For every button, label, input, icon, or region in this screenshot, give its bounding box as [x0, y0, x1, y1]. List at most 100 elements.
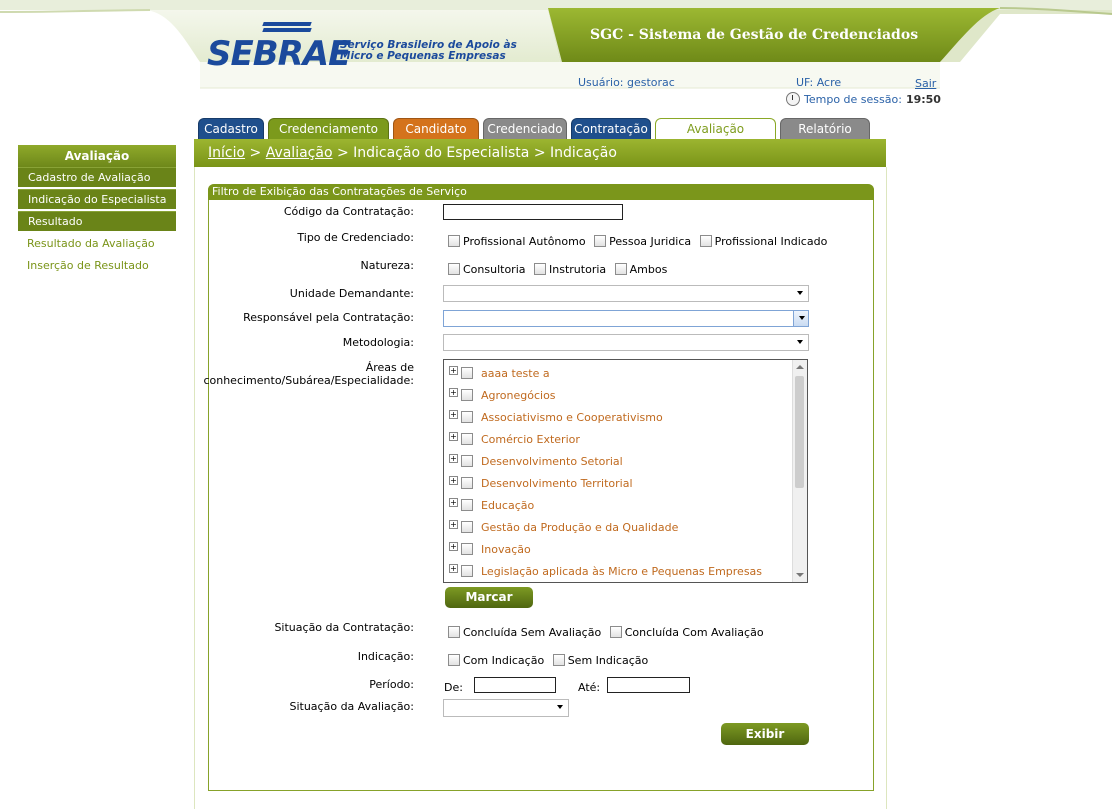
unidade-demandante-label: Unidade Demandante:: [289, 287, 414, 300]
tree-scrollbar[interactable]: [792, 360, 807, 582]
logout-link[interactable]: Sair: [915, 77, 936, 90]
areas-tree[interactable]: + aaaa teste a + Agronegócios + Associativi…: [443, 359, 808, 583]
tree-item[interactable]: + Desenvolvimento Setorial: [449, 453, 623, 469]
sidebar-title: Avaliação: [18, 145, 176, 167]
header-background: [0, 0, 1112, 89]
option-pessoa-juridica[interactable]: Pessoa Juridica: [594, 235, 691, 248]
checkbox[interactable]: [609, 626, 622, 638]
indicacao-options: Com Indicação Sem Indicação: [448, 654, 653, 667]
expand-icon[interactable]: +: [449, 387, 458, 397]
option-com-indicacao[interactable]: Com Indicação: [448, 654, 544, 667]
logo-word: SEBRAE: [207, 34, 351, 74]
metodologia-select[interactable]: [443, 334, 809, 351]
sidebar-item-cadastro-avaliacao[interactable]: Cadastro de Avaliação: [18, 167, 176, 187]
expand-icon[interactable]: +: [449, 475, 458, 485]
breadcrumb-avaliacao[interactable]: Avaliação: [266, 145, 333, 161]
main-tabs: Cadastro Credenciamento Candidato Creden…: [198, 118, 870, 140]
checkbox[interactable]: [448, 654, 460, 666]
session-time: 19:50: [905, 92, 941, 106]
expand-icon[interactable]: +: [449, 519, 458, 529]
natureza-options: Consultoria Instrutoria Ambos: [448, 263, 672, 276]
expand-icon[interactable]: +: [449, 453, 458, 463]
checkbox[interactable]: [552, 654, 565, 666]
checkbox[interactable]: [448, 263, 460, 275]
checkbox[interactable]: [614, 263, 627, 275]
checkbox[interactable]: [461, 565, 473, 577]
sidebar-subitem-insercao-resultado[interactable]: Inserção de Resultado: [27, 259, 149, 272]
breadcrumb-home[interactable]: Início: [208, 145, 245, 161]
checkbox[interactable]: [534, 263, 547, 275]
expand-icon[interactable]: +: [449, 431, 458, 441]
situacao-contratacao-options: Concluída Sem Avaliação Concluída Com Av…: [448, 626, 769, 639]
expand-icon[interactable]: +: [449, 563, 458, 573]
tree-item[interactable]: + Desenvolvimento Territorial: [449, 475, 633, 491]
option-consultoria[interactable]: Consultoria: [448, 263, 526, 276]
checkbox[interactable]: [594, 235, 607, 247]
option-concluida-com-avaliacao[interactable]: Concluída Com Avaliação: [609, 626, 764, 639]
tab-contratacao[interactable]: Contratação: [571, 118, 651, 139]
checkbox[interactable]: [461, 521, 473, 533]
periodo-label: Período:: [369, 678, 414, 691]
periodo-ate-input[interactable]: [607, 677, 690, 693]
tipo-credenciado-options: Profissional Autônomo Pessoa Juridica Pr…: [448, 235, 832, 248]
option-concluida-sem-avaliacao[interactable]: Concluída Sem Avaliação: [448, 626, 601, 639]
checkbox[interactable]: [461, 411, 473, 423]
codigo-input[interactable]: [443, 204, 623, 220]
option-ambos[interactable]: Ambos: [614, 263, 667, 276]
checkbox[interactable]: [461, 543, 473, 555]
scroll-up-icon[interactable]: [796, 365, 804, 369]
content-border-right: [886, 167, 887, 809]
scrollbar-thumb[interactable]: [795, 376, 804, 488]
option-sem-indicacao[interactable]: Sem Indicação: [552, 654, 648, 667]
checkbox[interactable]: [461, 499, 473, 511]
checkbox[interactable]: [448, 235, 460, 247]
checkbox[interactable]: [461, 389, 473, 401]
checkbox[interactable]: [461, 367, 473, 379]
expand-icon[interactable]: +: [449, 365, 458, 375]
breadcrumb: Início > Avaliação > Indicação do Especi…: [194, 139, 886, 167]
tab-credenciamento[interactable]: Credenciamento: [268, 118, 389, 139]
option-profissional-indicado[interactable]: Profissional Indicado: [699, 235, 827, 248]
tree-item[interactable]: + Educação: [449, 497, 534, 513]
tab-avaliacao[interactable]: Avaliação: [655, 118, 776, 140]
tree-item[interactable]: + aaaa teste a: [449, 365, 550, 381]
periodo-de-input[interactable]: [474, 677, 556, 693]
checkbox[interactable]: [461, 433, 473, 445]
expand-icon[interactable]: +: [449, 497, 458, 507]
tab-cadastro[interactable]: Cadastro: [198, 118, 264, 139]
dropdown-arrow-icon: [797, 291, 803, 295]
checkbox[interactable]: [461, 477, 473, 489]
scroll-down-icon[interactable]: [796, 573, 804, 577]
checkbox[interactable]: [461, 455, 473, 467]
option-profissional-autonomo[interactable]: Profissional Autônomo: [448, 235, 586, 248]
tipo-credenciado-label: Tipo de Credenciado:: [297, 231, 414, 244]
tree-item[interactable]: + Comércio Exterior: [449, 431, 580, 447]
sidebar-item-indicacao-especialista[interactable]: Indicação do Especialista: [18, 189, 176, 209]
tree-item[interactable]: + Associativismo e Cooperativismo: [449, 409, 663, 425]
tree-item[interactable]: + Gestão da Produção e da Qualidade: [449, 519, 678, 535]
logo-tagline-line2: Micro e Pequenas Empresas: [340, 50, 506, 62]
checkbox[interactable]: [699, 235, 712, 247]
dropdown-button[interactable]: [793, 311, 808, 326]
exibir-button[interactable]: Exibir: [721, 723, 809, 745]
expand-icon[interactable]: +: [449, 409, 458, 419]
situacao-avaliacao-select[interactable]: [443, 699, 569, 717]
tree-item[interactable]: + Legislação aplicada às Micro e Pequenas…: [449, 563, 762, 579]
option-instrutoria[interactable]: Instrutoria: [534, 263, 606, 276]
unidade-demandante-select[interactable]: [443, 285, 809, 302]
sidebar-subitem-resultado-avaliacao[interactable]: Resultado da Avaliação: [27, 237, 155, 250]
session-label: Tempo de sessão:: [804, 92, 902, 106]
responsavel-select[interactable]: [443, 310, 809, 327]
logo-tagline: Serviço Brasileiro de Apoio às Micro e P…: [340, 40, 520, 62]
tab-candidato[interactable]: Candidato: [393, 118, 479, 139]
sidebar-item-resultado[interactable]: Resultado: [18, 211, 176, 231]
tab-credenciado[interactable]: Credenciado: [483, 118, 567, 139]
checkbox[interactable]: [448, 626, 460, 638]
marcar-todos-button[interactable]: Marcar Todos: [445, 587, 533, 625]
areas-label: Áreas de conhecimento/Subárea/Especialid…: [203, 361, 414, 387]
system-title: SGC - Sistema de Gestão de Credenciados: [590, 27, 919, 43]
tab-relatorio[interactable]: Relatório: [780, 118, 870, 139]
tree-item[interactable]: + Agronegócios: [449, 387, 556, 403]
tree-item[interactable]: + Inovação: [449, 541, 531, 557]
expand-icon[interactable]: +: [449, 541, 458, 551]
